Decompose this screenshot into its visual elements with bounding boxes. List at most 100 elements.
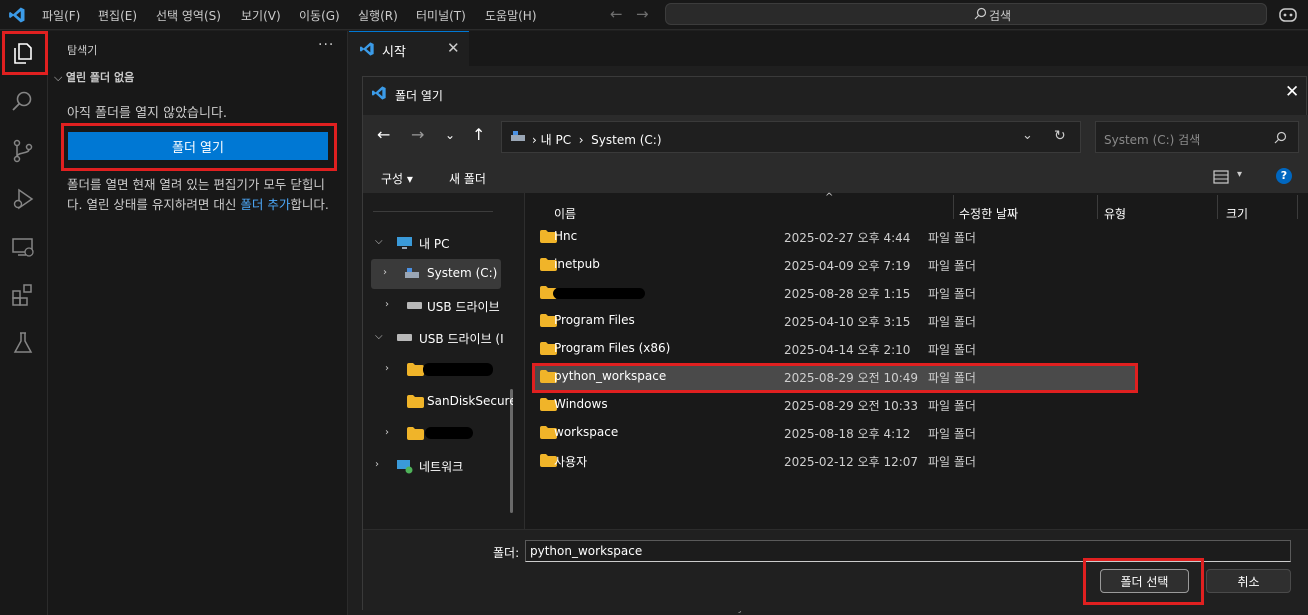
- file-row[interactable]: Hnc 2025-02-27 오후 4:44 파일 폴더: [533, 223, 1135, 251]
- pane-splitter[interactable]: [521, 193, 525, 529]
- file-row[interactable]: 사용자 2025-02-12 오후 12:07 파일 폴더: [533, 447, 1135, 475]
- view-dropdown-icon[interactable]: ▾: [1237, 169, 1242, 180]
- file-row[interactable]: Program Files 2025-04-10 오후 3:15 파일 폴더: [533, 307, 1135, 335]
- select-folder-button[interactable]: 폴더 선택: [1100, 569, 1189, 593]
- file-row[interactable]: inetpub 2025-04-09 오후 7:19 파일 폴더: [533, 251, 1135, 279]
- search-placeholder: System (C:) 검색: [1104, 133, 1201, 147]
- explorer-files-icon[interactable]: [10, 40, 36, 66]
- folder-name-input[interactable]: [525, 540, 1291, 562]
- file-date: 2025-08-29 오전 10:33: [784, 399, 919, 413]
- recent-locations-chevron-icon[interactable]: ⌄: [445, 128, 455, 142]
- run-debug-icon[interactable]: [10, 186, 36, 212]
- menu-edit[interactable]: 편집(E): [98, 7, 137, 24]
- close-icon[interactable]: ✕: [1285, 82, 1299, 102]
- new-folder-button[interactable]: 새 폴더: [449, 170, 486, 187]
- organize-menu[interactable]: 구성 ▾: [381, 170, 413, 187]
- command-center-search[interactable]: 검색: [665, 3, 1267, 25]
- remote-explorer-icon[interactable]: [10, 234, 36, 260]
- dialog-address-toolbar: ← → ⌄ ↑ › 내 PC › System (C:) ⌄ ↻ System …: [363, 115, 1308, 159]
- chevron-down-icon[interactable]: ⌵: [375, 236, 383, 247]
- file-row[interactable]: python_workspace 2025-08-29 오전 10:49 파일 폴더: [533, 363, 1135, 391]
- address-bar[interactable]: › 내 PC › System (C:) ⌄ ↻: [501, 121, 1081, 153]
- add-folder-link[interactable]: 폴더 추가: [240, 197, 290, 212]
- testing-flask-icon[interactable]: [10, 330, 36, 356]
- menu-help[interactable]: 도움말(H): [485, 7, 537, 24]
- address-dropdown-icon[interactable]: ⌄: [1022, 128, 1033, 143]
- tree-item-my-pc[interactable]: ⌵ 내 PC: [363, 228, 513, 258]
- folder-icon: [407, 427, 424, 440]
- help-icon[interactable]: ?: [1276, 168, 1292, 184]
- folder-field-label: 폴더:: [493, 546, 520, 560]
- column-separator[interactable]: [1217, 195, 1218, 219]
- up-arrow-icon[interactable]: ↑: [472, 125, 485, 144]
- menu-selection[interactable]: 선택 영역(S): [156, 7, 221, 24]
- column-header-name[interactable]: 이름: [554, 205, 576, 222]
- copilot-icon[interactable]: [1278, 6, 1298, 24]
- more-actions-icon[interactable]: ···: [318, 37, 334, 53]
- tree-item-usb-drive[interactable]: › USB 드라이브: [363, 291, 513, 321]
- back-arrow-icon[interactable]: ←: [610, 5, 623, 23]
- open-folder-button[interactable]: 폴더 열기: [68, 132, 328, 160]
- folder-icon: [407, 363, 424, 376]
- file-type: 파일 폴더: [928, 399, 976, 413]
- search-icon[interactable]: [10, 89, 36, 115]
- chevron-right-icon[interactable]: ›: [375, 459, 379, 470]
- chevron-right-icon[interactable]: ›: [385, 427, 389, 438]
- column-separator[interactable]: [1297, 195, 1298, 219]
- forward-arrow-icon[interactable]: →: [411, 125, 424, 144]
- drive-icon: [511, 131, 525, 141]
- close-icon[interactable]: ✕: [447, 39, 460, 57]
- column-header-date[interactable]: 수정한 날짜: [959, 205, 1018, 222]
- file-row[interactable]: 2025-08-28 오후 1:15 파일 폴더: [533, 279, 1135, 307]
- menu-file[interactable]: 파일(F): [42, 7, 80, 24]
- pc-icon: [397, 237, 412, 249]
- breadcrumb-my-pc[interactable]: 내 PC: [541, 133, 571, 147]
- column-header-type[interactable]: 유형: [1104, 205, 1126, 222]
- section-label: 열린 폴더 없음: [65, 71, 135, 84]
- view-options-icon[interactable]: [1213, 170, 1229, 184]
- menu-view[interactable]: 보기(V): [241, 7, 281, 24]
- tree-label: USB 드라이브: [427, 300, 500, 314]
- tree-item-redacted-folder[interactable]: ›: [363, 355, 513, 385]
- menu-go[interactable]: 이동(G): [299, 7, 340, 24]
- command-center-label: 검색: [989, 9, 1012, 23]
- file-name: 사용자: [554, 455, 588, 469]
- vscode-logo-icon: [9, 7, 25, 23]
- menu-run[interactable]: 실행(R): [358, 7, 398, 24]
- column-separator[interactable]: [1097, 195, 1098, 219]
- tree-item-network[interactable]: › 네트워크: [363, 451, 513, 481]
- file-row[interactable]: Program Files (x86) 2025-04-14 오후 2:10 파일 …: [533, 335, 1135, 363]
- menu-terminal[interactable]: 터미널(T): [416, 7, 466, 24]
- file-row[interactable]: workspace 2025-08-18 오후 4:12 파일 폴더: [533, 419, 1135, 447]
- dialog-footer: 폴더: 폴더 선택 취소: [363, 529, 1308, 611]
- chevron-down-icon: ⌵: [54, 71, 66, 84]
- file-row[interactable]: Windows 2025-08-29 오전 10:33 파일 폴더: [533, 391, 1135, 419]
- chevron-right-icon[interactable]: ›: [383, 267, 387, 278]
- column-separator[interactable]: [953, 195, 954, 219]
- extensions-icon[interactable]: [10, 282, 36, 308]
- cancel-button[interactable]: 취소: [1206, 569, 1291, 593]
- forward-arrow-icon[interactable]: →: [636, 5, 649, 23]
- file-name: inetpub: [554, 257, 600, 271]
- refresh-icon[interactable]: ↻: [1054, 128, 1066, 144]
- sidebar-title: 탐색기: [67, 44, 98, 57]
- chevron-right-icon[interactable]: ›: [385, 363, 389, 374]
- tab-start[interactable]: 시작 ✕: [349, 31, 469, 66]
- folder-search-box[interactable]: System (C:) 검색: [1095, 121, 1299, 153]
- breadcrumb-system-drive[interactable]: System (C:): [591, 133, 661, 147]
- source-control-icon[interactable]: [10, 138, 36, 164]
- chevron-down-icon[interactable]: ⌵: [375, 331, 383, 342]
- back-arrow-icon[interactable]: ←: [377, 125, 390, 144]
- tree-item-system-drive[interactable]: › System (C:): [371, 259, 501, 289]
- file-date: 2025-02-12 오후 12:07: [784, 455, 919, 469]
- no-folder-section-header[interactable]: ⌵ 열린 폴더 없음: [54, 69, 134, 85]
- tree-item-redacted-folder-2[interactable]: ›: [363, 419, 513, 449]
- file-type: 파일 폴더: [928, 343, 976, 357]
- column-header-size[interactable]: 크기: [1226, 205, 1248, 222]
- divider: [373, 211, 493, 212]
- file-type: 파일 폴더: [928, 231, 976, 245]
- tree-label: USB 드라이브 (I: [419, 332, 504, 346]
- tree-item-usb-drive-expanded[interactable]: ⌵ USB 드라이브 (I: [363, 323, 513, 353]
- tree-item-sandisk-secure[interactable]: SanDiskSecure: [363, 387, 513, 417]
- chevron-right-icon[interactable]: ›: [385, 299, 389, 310]
